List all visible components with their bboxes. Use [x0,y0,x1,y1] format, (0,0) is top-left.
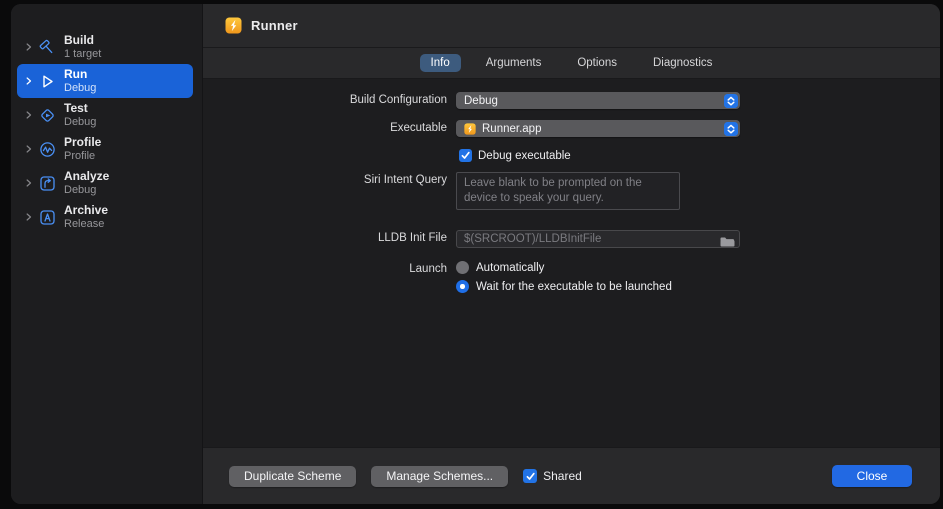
tab-options[interactable]: Options [566,54,628,72]
chevron-right-icon[interactable] [22,178,36,188]
scheme-actions-sidebar: Build 1 target Run Debug Test Debug Prof… [11,4,203,504]
sidebar-item-subtitle: Debug [64,116,97,128]
test-diamond-icon [38,106,57,125]
executable-label: Executable [390,122,447,134]
archive-icon [38,208,57,227]
sidebar-item-label: Analyze [64,169,110,183]
chevron-right-icon[interactable] [22,144,36,154]
duplicate-scheme-button[interactable]: Duplicate Scheme [229,465,357,487]
checkbox-checked-icon[interactable] [523,469,538,483]
radio-selected-icon[interactable] [456,280,469,293]
shared-checkbox-row[interactable]: Shared [523,469,582,483]
dialog-footer: Duplicate Scheme Manage Schemes... Share… [203,447,940,504]
scheme-name: Runner [251,18,298,33]
sidebar-item-label: Build [64,33,94,47]
lldb-init-file-input[interactable] [457,231,739,247]
profile-gauge-icon [38,140,57,159]
runner-app-icon [225,17,242,34]
sidebar-item-subtitle: Debug [64,184,97,196]
sidebar-item-subtitle: 1 target [64,48,102,60]
chevron-right-icon[interactable] [22,212,36,222]
sidebar-item-archive[interactable]: Archive Release [17,200,193,234]
scheme-header: Runner [203,4,940,48]
siri-intent-query-input[interactable] [456,172,680,210]
sidebar-item-run[interactable]: Run Debug [17,64,193,98]
checkbox-checked-icon[interactable] [459,149,472,162]
build-configuration-value: Debug [464,94,498,107]
runner-app-icon [464,122,476,135]
sidebar-item-label: Profile [64,135,102,149]
close-button[interactable]: Close [832,465,912,487]
shared-label: Shared [543,469,582,483]
sidebar-item-label: Archive [64,203,109,217]
edit-scheme-dialog: Build 1 target Run Debug Test Debug Prof… [11,4,940,504]
hammer-icon [38,38,57,57]
build-configuration-popup[interactable]: Debug [456,92,740,109]
sidebar-item-label: Test [64,101,88,115]
executable-value: Runner.app [482,122,542,135]
sidebar-item-subtitle: Profile [64,150,96,162]
launch-automatically-option[interactable]: Automatically [456,261,672,274]
debug-executable-checkbox-row[interactable]: Debug executable [459,149,740,162]
chevron-right-icon[interactable] [22,76,36,86]
launch-label: Launch [409,263,447,275]
siri-intent-query-label: Siri Intent Query [363,174,447,186]
sidebar-item-analyze[interactable]: Analyze Debug [17,166,193,200]
debug-executable-label: Debug executable [478,149,571,162]
popup-stepper-icon [724,93,738,108]
screen-background: Build 1 target Run Debug Test Debug Prof… [0,0,943,509]
play-icon [38,72,57,91]
build-configuration-label: Build Configuration [349,94,447,106]
sidebar-item-test[interactable]: Test Debug [17,98,193,132]
chevron-right-icon[interactable] [22,110,36,120]
chevron-right-icon[interactable] [22,42,36,52]
sidebar-item-subtitle: Debug [64,82,97,94]
sidebar-item-build[interactable]: Build 1 target [17,30,193,64]
launch-automatically-label: Automatically [476,261,545,274]
launch-wait-option[interactable]: Wait for the executable to be launched [456,280,672,293]
scheme-detail-pane: Runner Info Arguments Options Diagnostic… [203,4,940,504]
popup-stepper-icon [724,121,738,136]
lldb-init-file-field[interactable] [456,230,740,248]
executable-popup[interactable]: Runner.app [456,120,740,137]
analyze-icon [38,174,57,193]
launch-wait-label: Wait for the executable to be launched [476,280,672,293]
lldb-init-file-label: LLDB Init File [377,232,447,244]
sidebar-item-label: Run [64,67,88,81]
sidebar-item-profile[interactable]: Profile Profile [17,132,193,166]
info-tab-content: Build Configuration Debug Executable Run… [203,79,940,447]
radio-unselected-icon[interactable] [456,261,469,274]
tab-bar: Info Arguments Options Diagnostics [203,48,940,79]
folder-icon[interactable] [720,234,735,247]
sidebar-item-subtitle: Release [64,218,105,230]
tab-diagnostics[interactable]: Diagnostics [642,54,723,72]
manage-schemes-button[interactable]: Manage Schemes... [371,465,509,487]
tab-info[interactable]: Info [419,54,461,72]
tab-arguments[interactable]: Arguments [475,54,553,72]
